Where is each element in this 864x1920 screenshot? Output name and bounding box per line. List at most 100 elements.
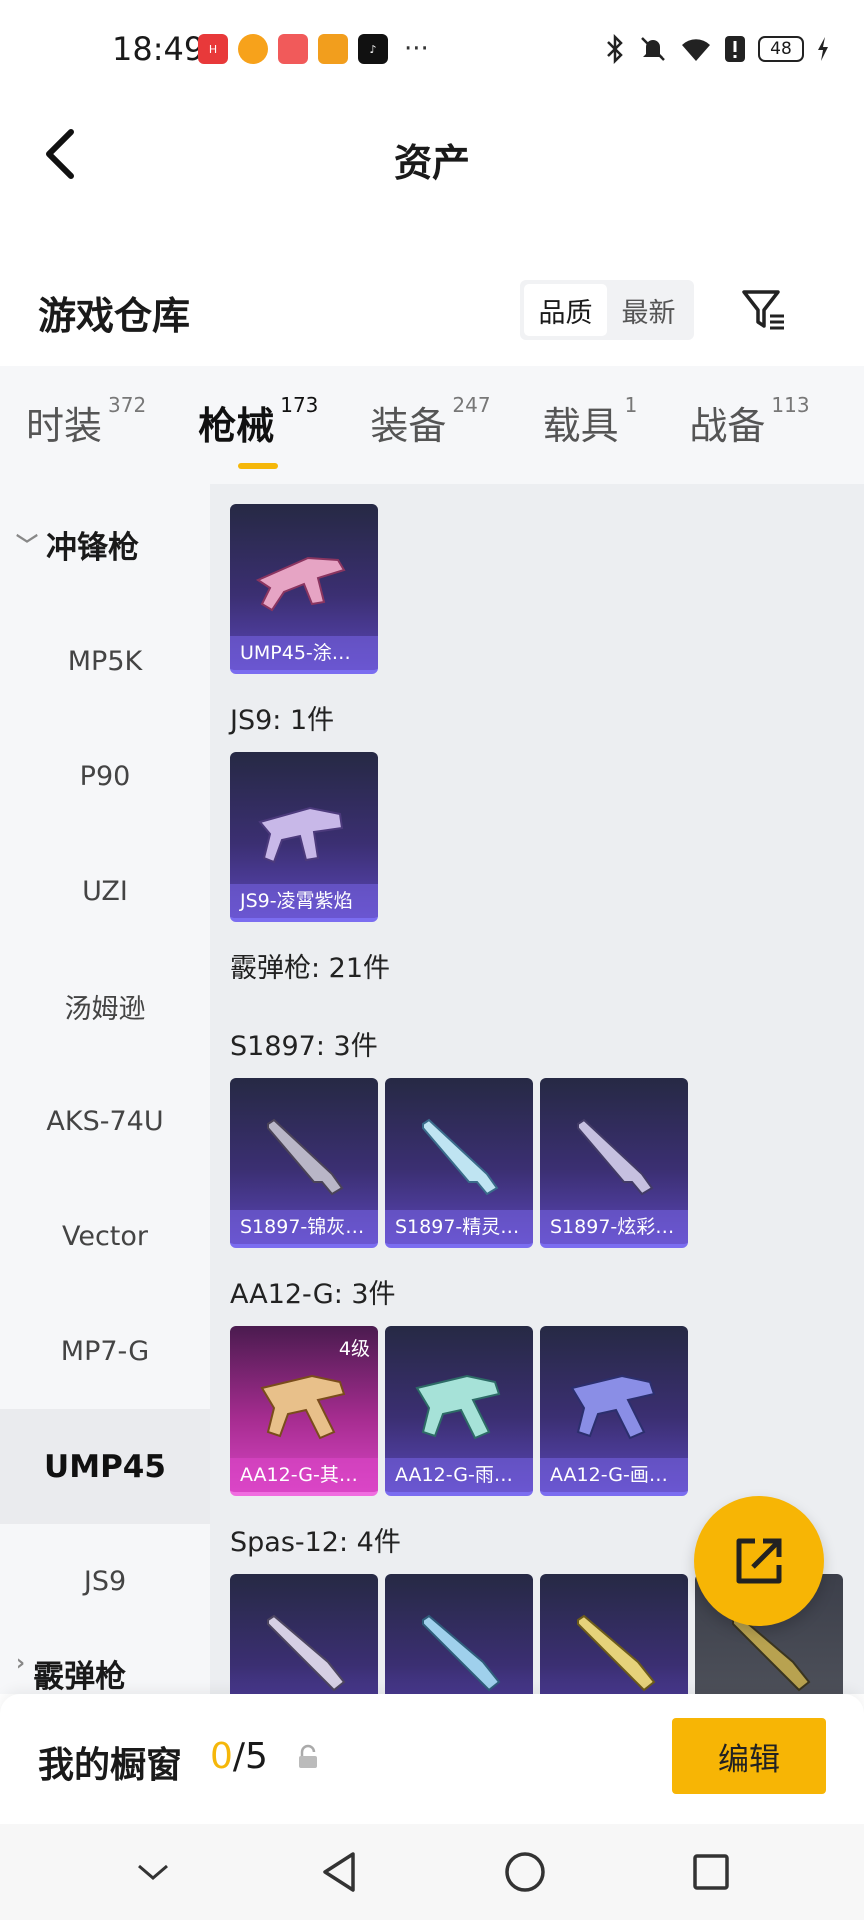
chevron-right-icon: ›: [16, 1651, 26, 1676]
chevron-down-icon: [138, 1864, 168, 1880]
showcase-current: 0: [210, 1736, 233, 1777]
app-icon-orange: [238, 34, 268, 64]
filter-button[interactable]: [736, 282, 792, 338]
sidebar-item-mp7g[interactable]: MP7-G: [0, 1294, 210, 1409]
bluetooth-icon: [607, 34, 623, 64]
smg-icon: [258, 806, 344, 864]
weapon-type-sidebar: ﹀ 冲锋枪 MP5K P90 UZI 汤姆逊 AKS-74U Vector MP…: [0, 484, 210, 1694]
sidebar-item-thompson[interactable]: 汤姆逊: [0, 949, 210, 1064]
weapon-card[interactable]: [385, 1574, 533, 1694]
mute-bell-icon: [641, 37, 665, 61]
status-app-icons: H ♪ ···: [198, 34, 429, 64]
tab-supplies[interactable]: 战备 113: [689, 393, 810, 455]
tab-fashion[interactable]: 时装 372: [26, 393, 147, 455]
showcase-label: 我的橱窗: [38, 1745, 183, 1786]
weapon-card-name: S1897-炫彩…: [540, 1210, 688, 1244]
system-nav-bar: [0, 1824, 864, 1920]
weapon-card-name: S1897-锦灰…: [230, 1210, 378, 1244]
weapon-card[interactable]: S1897-精灵…: [385, 1078, 533, 1248]
weapon-card[interactable]: 4级 AA12-G-其…: [230, 1326, 378, 1496]
tab-count: 247: [452, 393, 491, 417]
sidebar-item-p90[interactable]: P90: [0, 719, 210, 834]
sort-quality-button[interactable]: 品质: [524, 284, 607, 336]
tab-firearms[interactable]: 枪械 173: [198, 393, 319, 469]
tab-count: 113: [771, 393, 810, 417]
edit-button[interactable]: 编辑: [672, 1718, 826, 1794]
weapon-card-name: AA12-G-雨…: [385, 1458, 533, 1492]
section-label: JS9: 1件: [230, 705, 335, 736]
sidebar-group-smg[interactable]: ﹀ 冲锋枪: [0, 484, 210, 604]
status-bar: 18:49 H ♪ ··· 48: [0, 0, 864, 104]
square-recents-icon: [693, 1854, 729, 1890]
sidebar-item-ump45[interactable]: UMP45: [0, 1409, 210, 1524]
tab-count: 372: [108, 393, 147, 417]
category-tabs: 时装 372 枪械 173 装备 247 载具 1 战备 113: [0, 366, 864, 484]
warehouse-title: 游戏仓库: [38, 294, 191, 338]
shotgun-icon: [267, 1614, 346, 1692]
weapon-card[interactable]: AA12-G-雨…: [385, 1326, 533, 1496]
weapon-card[interactable]: [540, 1574, 688, 1694]
section-label: 霰弹枪: 21件: [230, 953, 391, 984]
weapon-card[interactable]: S1897-锦灰…: [230, 1078, 378, 1248]
sort-toggle: 品质 最新: [520, 280, 694, 340]
status-indicators: 48: [604, 34, 830, 64]
showcase-total: /5: [232, 1736, 268, 1777]
weapon-card-name: UMP45-涂…: [230, 636, 378, 670]
sidebar-item-js9[interactable]: JS9: [0, 1524, 210, 1639]
shotgun-icon: [260, 1374, 346, 1440]
nav-hide-button[interactable]: [123, 1842, 183, 1902]
shotgun-icon: [415, 1374, 501, 1440]
active-tab-indicator: [238, 463, 279, 469]
huawei-app-icon: H: [198, 34, 228, 64]
app-icon-yellow: [318, 34, 348, 64]
more-notifications-icon: ···: [404, 34, 429, 64]
sidebar-item-aks74u[interactable]: AKS-74U: [0, 1064, 210, 1179]
showcase-bar: 我的橱窗 0/5 编辑: [0, 1694, 864, 1824]
status-time: 18:49: [112, 30, 205, 68]
shotgun-icon: [422, 1614, 501, 1692]
shotgun-icon: [570, 1374, 656, 1440]
sidebar-group-shotgun[interactable]: › 霰弹枪: [0, 1639, 210, 1694]
section-label: AA12-G: 3件: [230, 1279, 396, 1310]
nav-home-button[interactable]: [495, 1842, 555, 1902]
wifi-icon: [682, 39, 710, 61]
triangle-back-icon: [323, 1852, 355, 1892]
sidebar-group-label: 冲锋枪: [46, 529, 140, 566]
smg-icon: [255, 556, 346, 612]
tab-label: 时装: [26, 404, 103, 448]
sidebar-group-label: 霰弹枪: [33, 1659, 127, 1694]
circle-home-icon: [505, 1852, 545, 1892]
weapon-card[interactable]: JS9-凌霄紫焰: [230, 752, 378, 922]
tab-label: 战备: [689, 404, 766, 448]
sidebar-item-uzi[interactable]: UZI: [0, 834, 210, 949]
tab-label: 载具: [542, 404, 619, 448]
weapon-card[interactable]: UMP45-涂…: [230, 504, 378, 674]
sort-newest-button[interactable]: 最新: [607, 284, 690, 336]
tab-label: 装备: [370, 404, 447, 448]
shotgun-icon: [577, 1118, 654, 1196]
nav-recents-button[interactable]: [681, 1842, 741, 1902]
tab-vehicles[interactable]: 载具 1: [542, 393, 638, 455]
weapon-card-name: AA12-G-其…: [230, 1458, 378, 1492]
tab-label: 枪械: [198, 404, 275, 448]
weapon-card-name: AA12-G-画…: [540, 1458, 688, 1492]
lock-icon: [299, 1744, 317, 1768]
shotgun-icon: [422, 1118, 499, 1196]
weapon-card-name: S1897-精灵…: [385, 1210, 533, 1244]
page-title: 资产: [393, 141, 470, 185]
weapon-card[interactable]: S1897-炫彩…: [540, 1078, 688, 1248]
weapon-card[interactable]: AA12-G-画…: [540, 1326, 688, 1496]
share-icon: [736, 1538, 782, 1584]
tab-count: 173: [280, 393, 319, 417]
alert-icon: [725, 36, 745, 62]
nav-back-button[interactable]: [309, 1842, 369, 1902]
tab-count: 1: [624, 393, 638, 417]
showcase-count: 0/5: [210, 1736, 268, 1777]
share-button[interactable]: [694, 1496, 824, 1626]
sidebar-item-mp5k[interactable]: MP5K: [0, 604, 210, 719]
chevron-down-icon: ﹀: [16, 534, 39, 559]
weapon-card[interactable]: [230, 1574, 378, 1694]
filter-icon: [742, 290, 784, 330]
tab-equipment[interactable]: 装备 247: [370, 393, 491, 455]
sidebar-item-vector[interactable]: Vector: [0, 1179, 210, 1294]
